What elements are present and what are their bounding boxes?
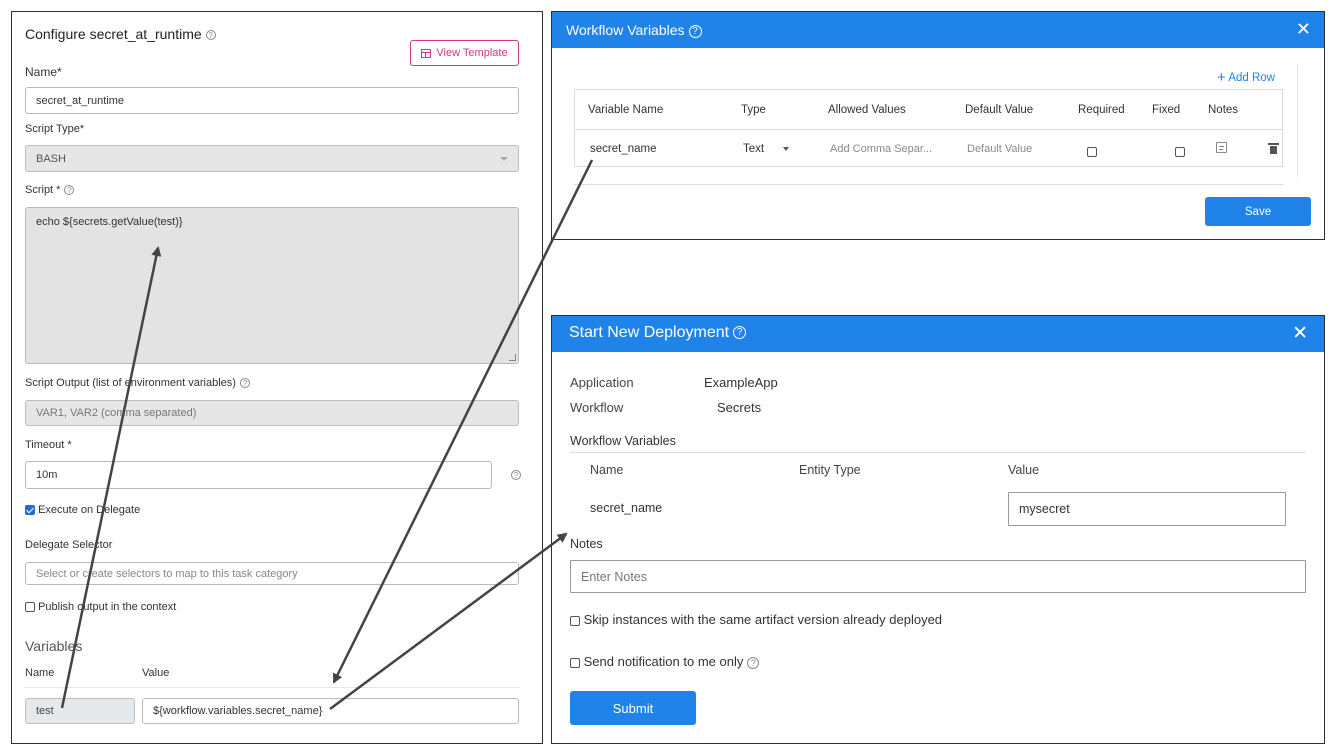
type-select[interactable]: Text — [743, 143, 790, 155]
column-header-name: Name — [590, 463, 624, 477]
timeout-input[interactable]: 10m — [25, 461, 492, 489]
help-icon[interactable]: ? — [239, 378, 250, 389]
timeout-label: Timeout * — [25, 439, 72, 451]
help-icon[interactable]: ? — [688, 24, 702, 38]
deployment-variable-name: secret_name — [590, 501, 663, 515]
notes-input[interactable]: Enter Notes — [570, 560, 1306, 593]
default-value-input[interactable]: Default Value — [967, 143, 1032, 155]
script-output-input[interactable]: VAR1, VAR2 (comma separated) — [25, 400, 519, 426]
execute-on-delegate-checkbox[interactable]: Execute on Delegate — [25, 504, 140, 516]
divider — [574, 184, 1283, 185]
column-header: Variable Name — [588, 104, 664, 116]
help-icon[interactable]: ? — [733, 326, 747, 340]
workflow-variables-titlebar: Workflow Variables? ✕ — [552, 12, 1324, 48]
variables-name-header: Name — [25, 667, 55, 679]
script-type-value: BASH — [36, 152, 66, 165]
scrollbar-track[interactable] — [1297, 65, 1298, 177]
column-header: Fixed — [1152, 104, 1181, 116]
variables-table: Variable Name Type Allowed Values Defaul… — [574, 89, 1283, 167]
checkbox-icon[interactable] — [570, 615, 580, 626]
script-label-text: Script * — [25, 184, 61, 196]
script-output-label: Script Output (list of environment varia… — [25, 377, 250, 389]
dropdown-caret-icon — [783, 146, 790, 151]
delegate-selector-input[interactable]: Select or create selectors to map to thi… — [25, 562, 519, 585]
view-template-button[interactable]: View Template — [410, 40, 519, 66]
help-icon[interactable]: ? — [511, 470, 521, 480]
column-header-value: Value — [1008, 463, 1040, 477]
publish-output-checkbox[interactable]: Publish output in the context — [25, 601, 176, 613]
help-icon[interactable]: ? — [64, 185, 75, 196]
script-textarea[interactable]: echo ${secrets.getValue(test)} — [25, 207, 519, 364]
required-checkbox[interactable] — [1087, 146, 1097, 157]
name-label: Name* — [25, 65, 62, 79]
configure-panel: Configure secret_at_runtime? View Templa… — [11, 11, 543, 744]
script-output-label-text: Script Output (list of environment varia… — [25, 377, 236, 389]
script-type-label: Script Type* — [25, 123, 85, 135]
script-type-select[interactable]: BASH — [25, 145, 519, 172]
column-header: Default Value — [965, 104, 1034, 116]
view-template-label: View Template — [436, 47, 508, 59]
start-deployment-title: Start New Deployment? — [569, 324, 747, 342]
workflow-label: Workflow — [570, 400, 624, 415]
skip-instances-label: Skip instances with the same artifact ve… — [583, 612, 943, 627]
variables-heading: Variables — [25, 638, 83, 654]
deployment-variable-value-input[interactable]: mysecret — [1008, 492, 1286, 526]
template-icon — [421, 48, 432, 58]
start-deployment-title-text: Start New Deployment — [569, 324, 730, 341]
workflow-variables-dialog: Workflow Variables? ✕ + Add Row Variable… — [551, 11, 1325, 240]
script-text: echo ${secrets.getValue(test)} — [36, 216, 183, 228]
save-button[interactable]: Save — [1205, 197, 1311, 226]
notes-icon[interactable] — [1216, 142, 1227, 153]
variable-value-input[interactable]: ${workflow.variables.secret_name} — [142, 698, 519, 724]
publish-output-label: Publish output in the context — [38, 601, 177, 613]
checkbox-icon[interactable] — [25, 602, 35, 613]
checkbox-icon[interactable] — [570, 657, 580, 668]
allowed-values-input[interactable]: Add Comma Separ... — [830, 143, 932, 155]
dropdown-caret-icon — [500, 157, 508, 161]
skip-instances-checkbox[interactable]: Skip instances with the same artifact ve… — [570, 612, 942, 627]
column-header: Allowed Values — [828, 104, 906, 116]
variables-value-header: Value — [142, 667, 170, 679]
checkbox-checked-icon[interactable] — [25, 505, 35, 516]
notes-label: Notes — [570, 537, 603, 551]
column-header: Type — [741, 104, 766, 116]
workflow-variables-heading: Workflow Variables — [570, 434, 676, 448]
execute-on-delegate-label: Execute on Delegate — [38, 504, 141, 516]
help-icon[interactable]: ? — [205, 30, 216, 41]
add-row-button[interactable]: + Add Row — [1217, 69, 1275, 86]
variable-name-input[interactable]: test — [25, 698, 135, 724]
add-row-label: Add Row — [1228, 72, 1275, 84]
configure-title-text: Configure secret_at_runtime — [25, 26, 202, 42]
start-deployment-titlebar: Start New Deployment? ✕ — [552, 316, 1324, 352]
plus-icon: + — [1217, 69, 1226, 86]
column-header-entity-type: Entity Type — [799, 463, 861, 477]
variable-name-cell[interactable]: secret_name — [590, 143, 656, 155]
start-deployment-dialog: Start New Deployment? ✕ Application Exam… — [551, 315, 1325, 744]
close-icon[interactable]: ✕ — [1292, 322, 1308, 345]
send-notification-checkbox[interactable]: Send notification to me only? — [570, 654, 760, 669]
application-label: Application — [570, 375, 634, 390]
divider — [570, 452, 1306, 453]
help-icon[interactable]: ? — [747, 656, 760, 669]
workflow-value: Secrets — [717, 400, 762, 415]
configure-title: Configure secret_at_runtime? — [25, 26, 216, 42]
delegate-selector-label: Delegate Selector — [25, 539, 113, 551]
send-notification-label: Send notification to me only — [583, 654, 744, 669]
resize-handle-icon[interactable] — [509, 354, 516, 361]
script-label: Script *? — [25, 184, 75, 196]
close-icon[interactable]: ✕ — [1296, 19, 1311, 40]
trash-icon[interactable] — [1268, 143, 1279, 154]
fixed-checkbox[interactable] — [1175, 146, 1186, 157]
divider — [575, 129, 1282, 130]
application-value: ExampleApp — [704, 375, 778, 390]
column-header: Notes — [1208, 104, 1239, 116]
divider — [25, 687, 519, 688]
type-value: Text — [743, 143, 765, 155]
workflow-variables-title-text: Workflow Variables — [566, 22, 685, 38]
column-header: Required — [1078, 104, 1125, 116]
submit-button[interactable]: Submit — [570, 691, 696, 725]
workflow-variables-title: Workflow Variables? — [566, 22, 702, 38]
name-input[interactable]: secret_at_runtime — [25, 87, 519, 114]
